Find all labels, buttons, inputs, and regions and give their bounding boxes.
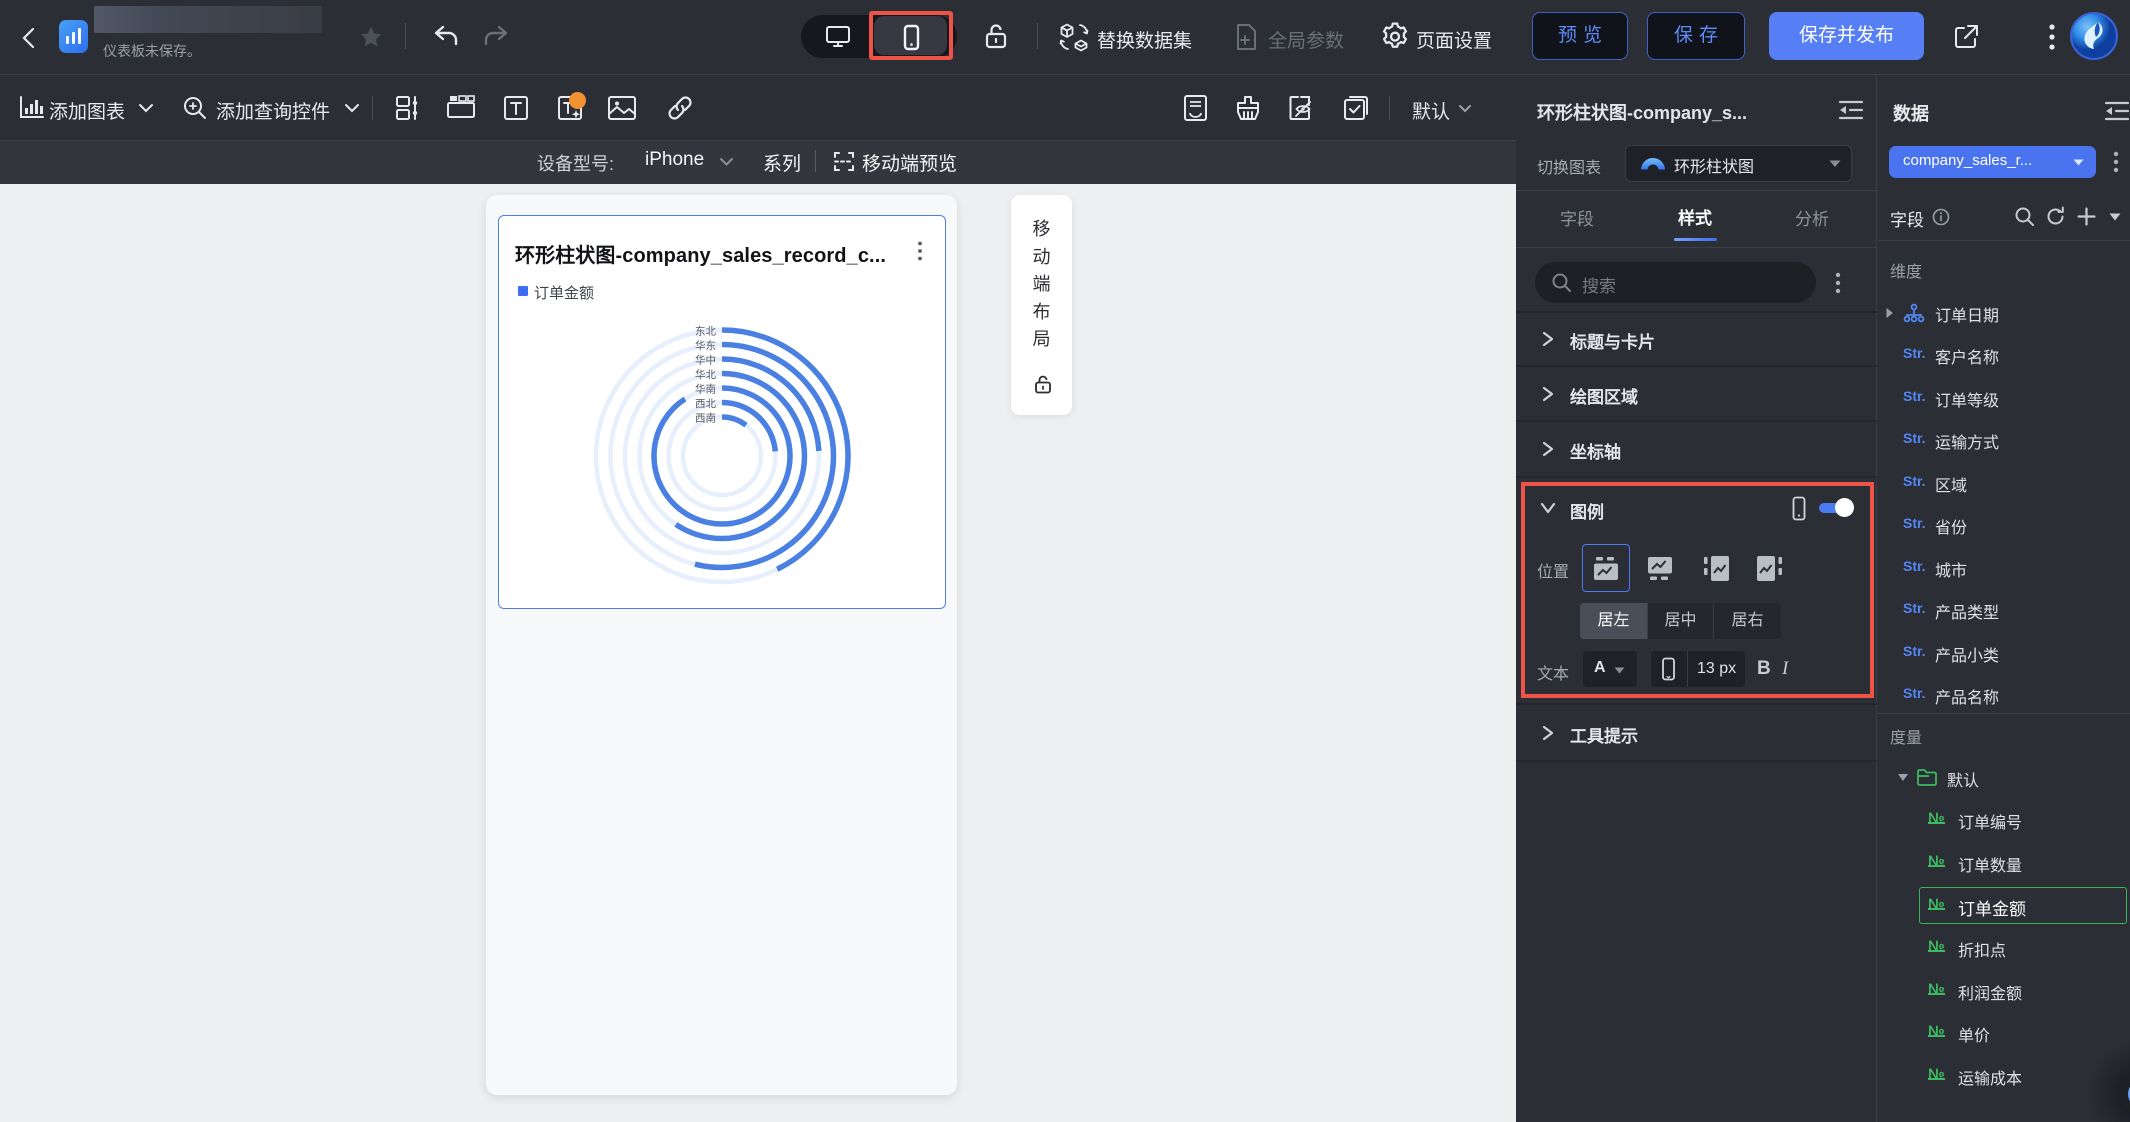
svg-text:西北: 西北 <box>695 398 716 410</box>
svg-text:华南: 华南 <box>695 383 716 396</box>
svg-text:华中: 华中 <box>695 354 716 367</box>
svg-text:华东: 华东 <box>695 339 716 352</box>
svg-text:华北: 华北 <box>695 368 716 381</box>
svg-text:东北: 东北 <box>695 325 716 338</box>
svg-text:西南: 西南 <box>695 412 716 425</box>
